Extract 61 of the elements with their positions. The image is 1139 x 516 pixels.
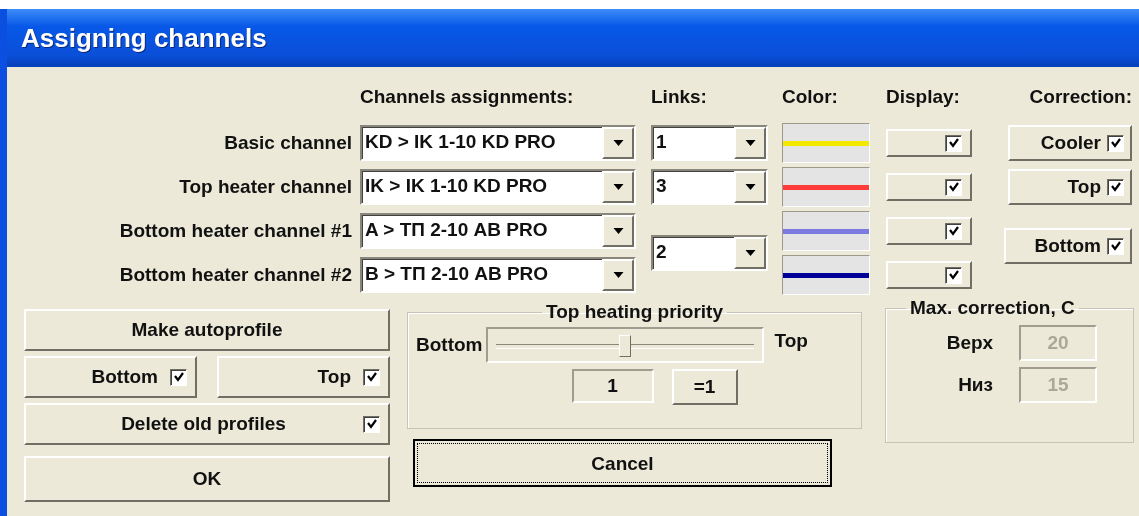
column-header: Links: — [651, 86, 707, 108]
caret-icon — [612, 140, 624, 146]
checkbox[interactable] — [1107, 178, 1124, 196]
make-autoprofile-button[interactable]: Make autoprofile — [24, 309, 390, 351]
caret-icon — [744, 184, 756, 190]
reset-button[interactable]: =1 — [671, 369, 738, 405]
delete-old-profiles-toggle[interactable]: Delete old profiles — [24, 403, 390, 445]
checkbox[interactable] — [363, 415, 380, 433]
group-title: Top heating priority — [545, 301, 724, 323]
checkbox[interactable] — [1107, 237, 1124, 255]
group-title: Max. correction, C — [909, 297, 1076, 319]
checkbox[interactable] — [1107, 134, 1124, 152]
link-dropdown[interactable]: 2 — [651, 235, 768, 271]
window-title: Assigning channels — [21, 22, 267, 54]
color-swatch[interactable] — [782, 211, 870, 251]
slider-label: Bottom — [416, 334, 483, 356]
caret-icon — [612, 184, 624, 190]
channel-label: Bottom heater channel #2 — [119, 264, 352, 286]
slider-label: Top — [774, 330, 808, 352]
checkbox[interactable] — [170, 368, 187, 386]
channel-dropdown[interactable]: IK > IK 1-10 KD PRO — [360, 169, 636, 205]
checkbox[interactable] — [945, 134, 962, 152]
column-header: Correction: — [1029, 86, 1132, 108]
ok-button[interactable]: OK — [24, 456, 390, 502]
display-toggle[interactable] — [886, 217, 972, 245]
display-toggle[interactable] — [886, 129, 972, 157]
column-header: Display: — [886, 86, 960, 108]
field-label: Верх — [946, 332, 993, 354]
display-toggle[interactable] — [886, 173, 972, 201]
caret-icon — [612, 228, 624, 234]
correction-toggle[interactable]: Top — [1008, 169, 1132, 205]
link-dropdown[interactable]: 3 — [651, 169, 768, 205]
checkbox[interactable] — [945, 178, 962, 196]
option-toggle[interactable]: Top — [217, 356, 390, 398]
field-label: Низ — [958, 374, 993, 396]
channel-dropdown[interactable]: A > ТП 2-10 AB PRO — [360, 213, 636, 249]
link-dropdown[interactable]: 1 — [651, 125, 768, 161]
caret-icon — [612, 272, 624, 278]
channel-dropdown[interactable]: B > ТП 2-10 AB PRO — [360, 257, 636, 293]
priority-slider[interactable] — [486, 327, 765, 363]
color-swatch[interactable] — [782, 255, 870, 295]
display-toggle[interactable] — [886, 261, 972, 289]
caret-icon — [744, 250, 756, 256]
slider-thumb[interactable] — [619, 335, 632, 357]
correction-toggle[interactable]: Cooler — [1008, 125, 1132, 161]
priority-value: 1 — [571, 369, 654, 403]
checkbox[interactable] — [945, 222, 962, 240]
cancel-button[interactable]: Cancel — [413, 439, 832, 487]
correction-toggle[interactable]: Bottom — [1004, 228, 1132, 264]
column-header: Color: — [782, 86, 838, 108]
color-swatch[interactable] — [782, 167, 870, 207]
option-toggle[interactable]: Bottom — [24, 356, 197, 398]
checkbox[interactable] — [363, 368, 380, 386]
color-swatch[interactable] — [782, 123, 870, 163]
checkbox[interactable] — [945, 266, 962, 284]
channel-dropdown[interactable]: KD > IK 1-10 KD PRO — [360, 125, 636, 161]
caret-icon — [744, 140, 756, 146]
channel-label: Bottom heater channel #1 — [119, 220, 352, 242]
channel-label: Top heater channel — [179, 176, 352, 198]
channel-label: Basic channel — [224, 132, 352, 154]
column-header: Channels assignments: — [360, 86, 574, 108]
